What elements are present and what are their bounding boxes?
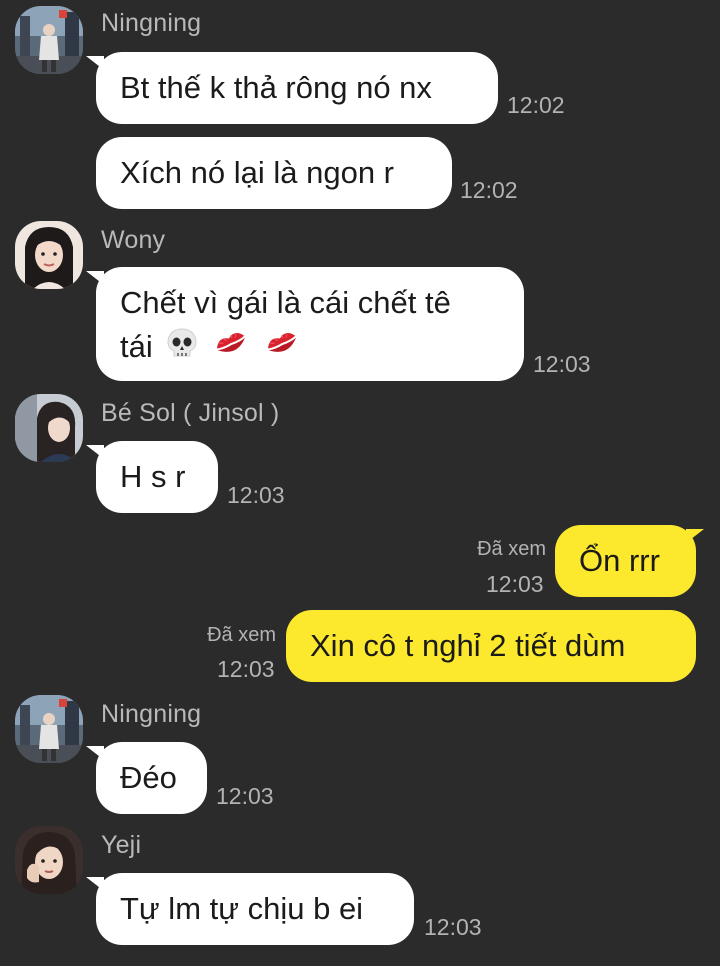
message-text-line-2: tái xyxy=(120,325,500,372)
message-time: 12:02 xyxy=(460,177,518,203)
message-bubble[interactable]: Đéo xyxy=(96,742,207,814)
message-bubble[interactable]: H s r xyxy=(96,441,218,513)
avatar-image xyxy=(15,394,83,462)
sender-name: Bé Sol ( Jinsol ) xyxy=(101,399,280,427)
avatar-image xyxy=(15,695,83,763)
sender-name: Yeji xyxy=(101,831,142,859)
message-bubble[interactable]: Tự lm tự chịu b ei xyxy=(96,873,414,945)
avatar-be-sol[interactable] xyxy=(15,394,83,462)
message-time: 12:03 xyxy=(533,351,591,377)
message-bubble[interactable]: Chết vì gái là cái chết tê tái xyxy=(96,267,524,381)
message-time: 12:03 xyxy=(486,571,544,597)
message-text: H s r xyxy=(120,459,186,494)
avatar-image xyxy=(15,6,83,74)
message-text: Đéo xyxy=(120,760,177,795)
message-bubble[interactable]: Ổn rrr xyxy=(555,525,696,597)
read-status: Đã xem xyxy=(170,624,276,647)
bubble-tail xyxy=(686,529,704,543)
bubble-tail xyxy=(86,445,104,459)
sender-name: Ningning xyxy=(101,9,202,37)
message-text: tái xyxy=(120,329,153,364)
avatar-image xyxy=(15,826,83,894)
message-time: 12:03 xyxy=(424,914,482,940)
skull-icon xyxy=(165,326,199,372)
bubble-tail xyxy=(86,746,104,760)
message-text: Xin cô t nghỉ 2 tiết dùm xyxy=(310,628,626,663)
avatar-wony[interactable] xyxy=(15,221,83,289)
avatar-yeji[interactable] xyxy=(15,826,83,894)
bubble-tail xyxy=(86,56,104,70)
message-bubble[interactable]: Xin cô t nghỉ 2 tiết dùm xyxy=(286,610,696,682)
message-time: 12:03 xyxy=(217,656,275,682)
read-status: Đã xem xyxy=(440,538,546,561)
avatar-ningning[interactable] xyxy=(15,6,83,74)
avatar-image xyxy=(15,221,83,289)
message-time: 12:03 xyxy=(227,482,285,508)
sender-name: Ningning xyxy=(101,700,202,728)
message-time: 12:03 xyxy=(216,783,274,809)
message-bubble[interactable]: Bt thế k thả rông nó nx xyxy=(96,52,498,124)
sender-name: Wony xyxy=(101,226,166,254)
seen-label: Đã xem xyxy=(207,624,276,646)
kiss-mark-icon xyxy=(263,326,301,372)
message-text: Xích nó lại là ngon r xyxy=(120,155,395,190)
message-text: Ổn rrr xyxy=(579,543,660,578)
kiss-mark-icon xyxy=(212,326,250,372)
bubble-tail xyxy=(86,271,104,285)
message-text: Bt thế k thả rông nó nx xyxy=(120,70,432,105)
bubble-tail xyxy=(86,877,104,891)
message-text: Tự lm tự chịu b ei xyxy=(120,891,364,926)
message-time: 12:02 xyxy=(507,92,565,118)
message-bubble[interactable]: Xích nó lại là ngon r xyxy=(96,137,452,209)
message-text-line: Chết vì gái là cái chết tê xyxy=(120,285,451,320)
seen-label: Đã xem xyxy=(477,538,546,560)
avatar-ningning[interactable] xyxy=(15,695,83,763)
